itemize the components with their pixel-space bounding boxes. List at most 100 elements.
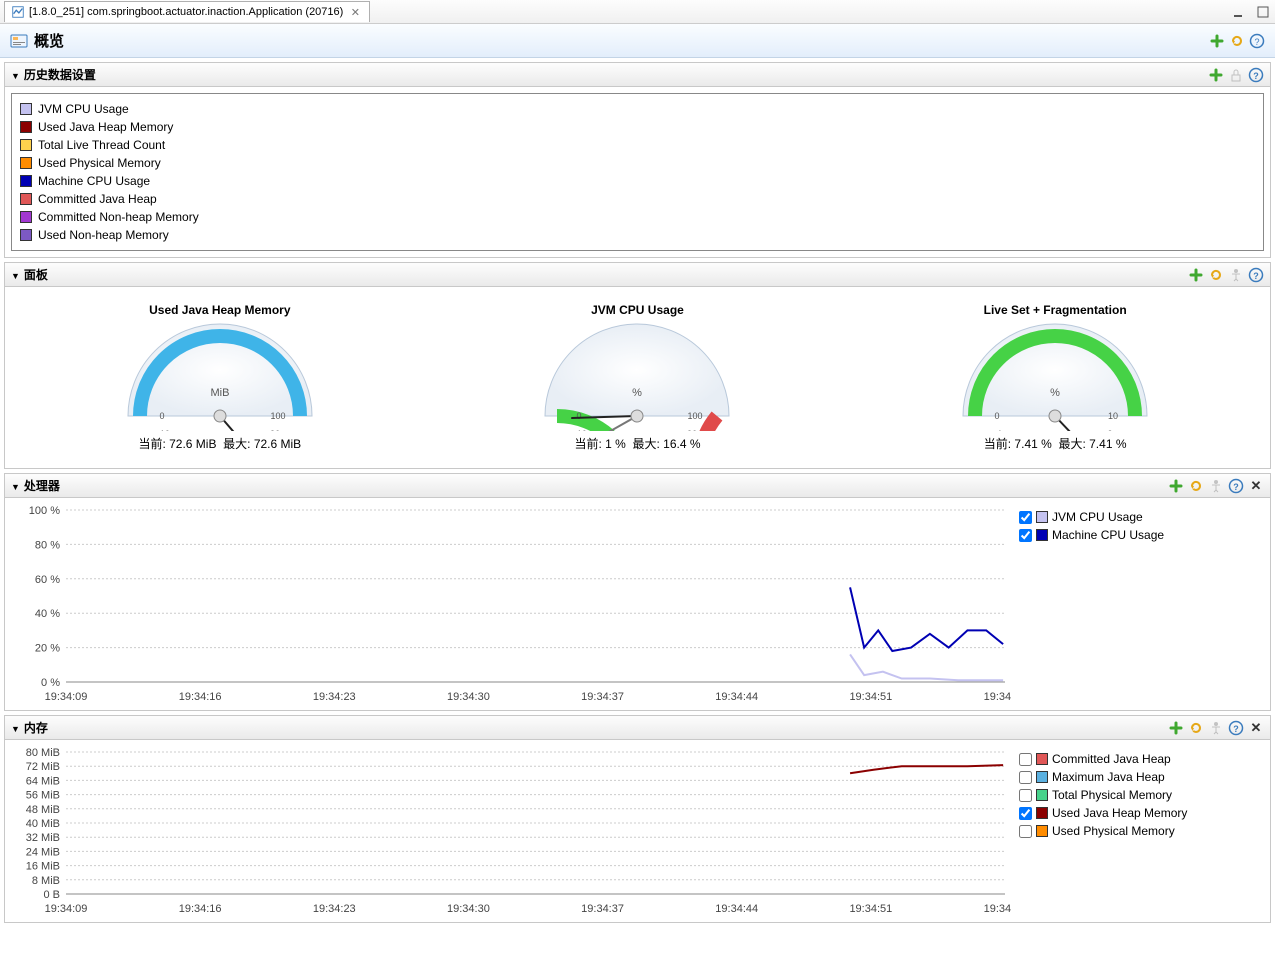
svg-text:90: 90 (270, 429, 280, 431)
chart-legend-item[interactable]: Maximum Java Heap (1019, 770, 1264, 784)
legend-item[interactable]: Committed Non-heap Memory (20, 208, 1255, 226)
cpu-chart-legend: JVM CPU Usage Machine CPU Usage (1019, 504, 1264, 704)
svg-text:10: 10 (1108, 411, 1118, 421)
accessibility-icon[interactable] (1228, 267, 1244, 283)
svg-text:60 %: 60 % (35, 574, 60, 586)
cpu-section-body: 0 %20 %40 %60 %80 %100 %19:34:0919:34:16… (4, 498, 1271, 711)
svg-text:19:34:37: 19:34:37 (581, 691, 624, 703)
gauge: JVM CPU Usage 0102030405060708090100 % 当… (527, 303, 747, 452)
add-icon[interactable] (1209, 33, 1225, 49)
svg-text:?: ? (1253, 271, 1259, 281)
svg-text:0: 0 (995, 411, 1000, 421)
legend-checkbox[interactable] (1019, 529, 1032, 542)
gauge-current: 当前: 72.6 MiB (138, 437, 216, 451)
svg-text:?: ? (1253, 71, 1259, 81)
accessibility-icon[interactable] (1208, 478, 1224, 494)
refresh-arrow-icon[interactable] (1229, 33, 1245, 49)
chart-legend-item[interactable]: Total Physical Memory (1019, 788, 1264, 802)
svg-text:19:34:37: 19:34:37 (581, 903, 624, 915)
legend-label: JVM CPU Usage (38, 102, 129, 116)
legend-label: Total Live Thread Count (38, 138, 165, 152)
swatch-icon (20, 139, 32, 151)
help-icon[interactable]: ? (1228, 478, 1244, 494)
add-icon[interactable] (1168, 720, 1184, 736)
chart-legend-item[interactable]: Used Java Heap Memory (1019, 806, 1264, 820)
gauge: Live Set + Fragmentation 012345678910 % … (945, 303, 1165, 452)
svg-text:19:34:23: 19:34:23 (313, 903, 356, 915)
chart-legend-item[interactable]: JVM CPU Usage (1019, 510, 1264, 524)
add-icon[interactable] (1208, 67, 1224, 83)
legend-item[interactable]: Committed Java Heap (20, 190, 1255, 208)
refresh-icon[interactable] (1208, 267, 1224, 283)
history-title: 历史数据设置 (24, 68, 96, 82)
add-icon[interactable] (1188, 267, 1204, 283)
legend-item[interactable]: Machine CPU Usage (20, 172, 1255, 190)
refresh-icon[interactable] (1188, 720, 1204, 736)
tab-label: [1.8.0_251] com.springboot.actuator.inac… (29, 6, 343, 18)
svg-text:%: % (633, 387, 643, 399)
gauge-max: 最大: 7.41 % (1058, 437, 1126, 451)
history-section-header[interactable]: ▼历史数据设置 ? (4, 62, 1271, 87)
legend-checkbox[interactable] (1019, 807, 1032, 820)
svg-text:80 MiB: 80 MiB (26, 747, 60, 759)
close-icon[interactable]: ✕ (1248, 720, 1264, 736)
svg-text:19:34:44: 19:34:44 (715, 903, 758, 915)
legend-label: Machine CPU Usage (1052, 528, 1164, 542)
panel-section-body: Used Java Heap Memory 010203040506070809… (4, 287, 1271, 469)
legend-checkbox[interactable] (1019, 789, 1032, 802)
banner-title-text: 概览 (34, 30, 64, 51)
add-icon[interactable] (1168, 478, 1184, 494)
legend-item[interactable]: JVM CPU Usage (20, 100, 1255, 118)
app-tab[interactable]: [1.8.0_251] com.springboot.actuator.inac… (4, 1, 370, 22)
tab-bar: [1.8.0_251] com.springboot.actuator.inac… (0, 0, 1275, 24)
help-icon[interactable]: ? (1228, 720, 1244, 736)
help-icon[interactable]: ? (1248, 267, 1264, 283)
svg-text:19:34:09: 19:34:09 (45, 903, 88, 915)
svg-text:0: 0 (577, 411, 582, 421)
svg-text:8 MiB: 8 MiB (32, 875, 60, 887)
svg-text:?: ? (1254, 37, 1259, 47)
chart-legend-item[interactable]: Machine CPU Usage (1019, 528, 1264, 542)
legend-item[interactable]: Used Java Heap Memory (20, 118, 1255, 136)
svg-text:19:34:16: 19:34:16 (179, 691, 222, 703)
mem-title: 内存 (24, 721, 48, 735)
legend-label: Used Java Heap Memory (1052, 806, 1187, 820)
gauge-title: Used Java Heap Memory (110, 303, 330, 317)
gauge-max: 最大: 16.4 % (632, 437, 700, 451)
accessibility-icon[interactable] (1208, 720, 1224, 736)
close-tab-icon[interactable]: ✕ (347, 4, 363, 20)
svg-text:19:34:44: 19:34:44 (715, 691, 758, 703)
cpu-section-header[interactable]: ▼处理器 ? ✕ (4, 473, 1271, 498)
svg-text:40 MiB: 40 MiB (26, 818, 60, 830)
chart-legend-item[interactable]: Used Physical Memory (1019, 824, 1264, 838)
legend-item[interactable]: Used Physical Memory (20, 154, 1255, 172)
close-icon[interactable]: ✕ (1248, 478, 1264, 494)
legend-checkbox[interactable] (1019, 753, 1032, 766)
legend-checkbox[interactable] (1019, 511, 1032, 524)
svg-text:0 B: 0 B (43, 889, 60, 901)
svg-text:48 MiB: 48 MiB (26, 804, 60, 816)
legend-item[interactable]: Used Non-heap Memory (20, 226, 1255, 244)
help-icon[interactable]: ? (1248, 67, 1264, 83)
legend-checkbox[interactable] (1019, 771, 1032, 784)
overview-icon (10, 32, 28, 50)
svg-text:19:34:09: 19:34:09 (45, 691, 88, 703)
twisty-icon: ▼ (11, 482, 20, 492)
refresh-icon[interactable] (1188, 478, 1204, 494)
panel-title: 面板 (24, 268, 48, 282)
mem-section-header[interactable]: ▼内存 ? ✕ (4, 715, 1271, 740)
swatch-icon (1036, 529, 1048, 541)
legend-checkbox[interactable] (1019, 825, 1032, 838)
panel-section-header[interactable]: ▼面板 ? (4, 262, 1271, 287)
title-banner: 概览 ? (0, 24, 1275, 58)
maximize-icon[interactable] (1255, 4, 1271, 20)
help-icon[interactable]: ? (1249, 33, 1265, 49)
swatch-icon (1036, 771, 1048, 783)
svg-text:100: 100 (688, 411, 703, 421)
legend-item[interactable]: Total Live Thread Count (20, 136, 1255, 154)
chart-legend-item[interactable]: Committed Java Heap (1019, 752, 1264, 766)
lock-icon[interactable] (1228, 67, 1244, 83)
history-legend: JVM CPU Usage Used Java Heap Memory Total … (11, 93, 1264, 251)
svg-text:100: 100 (270, 411, 285, 421)
minimize-icon[interactable] (1231, 4, 1247, 20)
